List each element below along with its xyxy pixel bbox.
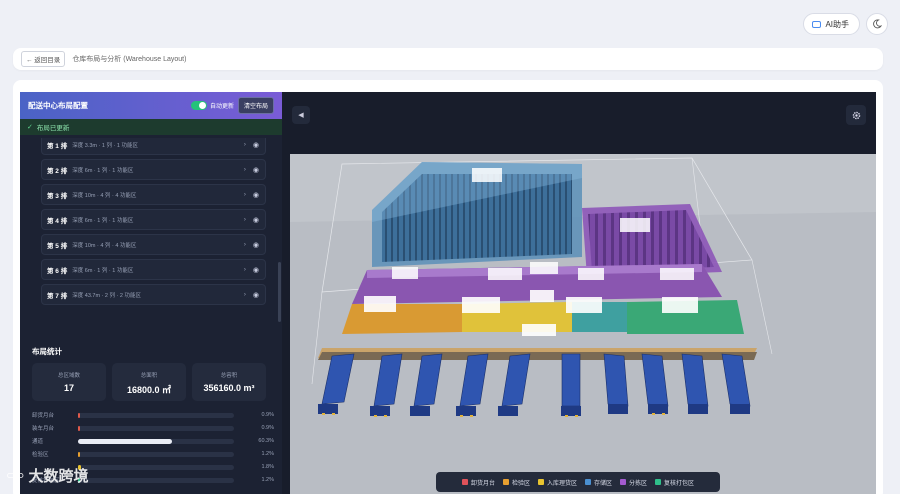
chevron-right-icon[interactable]: › [244, 192, 246, 198]
area-share-fill [78, 438, 173, 444]
area-share-track [78, 425, 234, 431]
area-share-percent: 0.9% [261, 425, 274, 431]
list-item[interactable]: 第 4 排深度 6m · 1 列 · 1 功能区 › ◉ [41, 209, 266, 230]
panel-title: 配送中心布局配置 [28, 101, 88, 110]
list-item[interactable]: 第 3 排深度 10m · 4 列 · 4 功能区 › ◉ [41, 184, 266, 205]
area-share-label: 装车月台 [32, 426, 55, 432]
list-item[interactable]: 第 1 排深度 3.3m · 1 列 · 1 功能区 › ◉ [41, 138, 266, 155]
logo-icon: ⊂⊃ [6, 470, 25, 482]
watermark: ⊂⊃ 大数跨境 [6, 468, 89, 485]
theme-toggle-button[interactable] [866, 13, 888, 35]
legend-item: 检验区 [502, 478, 530, 487]
eye-icon[interactable]: ◉ [253, 266, 259, 274]
gear-icon [852, 111, 860, 119]
eye-icon[interactable]: ◉ [253, 241, 259, 249]
chevron-right-icon[interactable]: › [244, 217, 246, 223]
breadcrumb: ← 返回目录 仓库布局与分析 (Warehouse Layout) [13, 48, 883, 70]
eye-icon[interactable]: ◉ [253, 291, 259, 299]
back-to-catalog-button[interactable]: ← 返回目录 [21, 51, 66, 67]
chevron-right-icon[interactable]: › [244, 292, 246, 298]
stat-card: 总面积 16800.0 ㎡ [112, 363, 186, 401]
warehouse-scene [290, 154, 876, 494]
area-share-percent: 1.8% [261, 464, 274, 470]
clear-layout-button[interactable]: 清空布局 [237, 97, 274, 114]
row-list: 第 1 排深度 3.3m · 1 列 · 1 功能区 › ◉ 第 2 排深度 6m … [28, 138, 278, 322]
area-share-percent: 1.2% [261, 451, 274, 457]
list-item[interactable]: 第 7 排深度 43.7m · 2 列 · 2 功能区 › ◉ [41, 284, 266, 305]
moon-icon [873, 19, 882, 29]
chevron-right-icon[interactable]: › [244, 142, 246, 148]
auto-update-label: 自动更新 [209, 104, 234, 110]
stats-title: 布局统计 [32, 347, 62, 356]
area-share-row: 装车月台 0.9% [32, 423, 280, 433]
list-item[interactable]: 第 2 排深度 6m · 1 列 · 1 功能区 › ◉ [41, 159, 266, 180]
ai-assistant-button[interactable]: AI助手 [803, 13, 860, 35]
list-item[interactable]: 第 6 排深度 6m · 1 列 · 1 功能区 › ◉ [41, 259, 266, 280]
legend-item: 分拣区 [620, 478, 647, 487]
status-banner: ✓ 布局已更新 [20, 119, 282, 135]
ai-assistant-label: AI助手 [825, 19, 849, 29]
eye-icon[interactable]: ◉ [253, 141, 259, 149]
stat-card: 总区域数 17 [32, 363, 106, 401]
collapse-panel-button[interactable]: ◀ [292, 106, 310, 124]
chevron-right-icon[interactable]: › [244, 167, 246, 173]
scrollbar[interactable] [278, 262, 281, 322]
legend-item: 卸货月台 [461, 478, 495, 487]
eye-icon[interactable]: ◉ [253, 216, 259, 224]
area-share-fill [78, 412, 80, 418]
page-title: 仓库布局与分析 (Warehouse Layout) [72, 56, 187, 63]
zone-legend: 卸货月台 检验区 入库理货区 存储区 分拣区 复核打包区 [436, 472, 720, 492]
legend-item: 复核打包区 [655, 478, 694, 487]
area-share-row: 卸货月台 0.9% [32, 410, 280, 420]
auto-update-toggle[interactable] [190, 101, 207, 110]
area-share-label: 卸货月台 [32, 413, 55, 419]
area-share-track [78, 451, 234, 457]
eye-icon[interactable]: ◉ [253, 166, 259, 174]
area-share-row: 检验区 1.2% [32, 449, 280, 459]
list-item[interactable]: 第 5 排深度 10m · 4 列 · 4 功能区 › ◉ [41, 234, 266, 255]
check-icon: ✓ [27, 124, 33, 131]
panel-header: 配送中心布局配置 自动更新 清空布局 [20, 92, 282, 119]
chevron-right-icon[interactable]: › [244, 267, 246, 273]
status-text: 布局已更新 [36, 125, 70, 132]
scene-settings-button[interactable] [846, 105, 866, 125]
area-share-percent: 60.3% [258, 438, 274, 444]
area-share-track [78, 477, 234, 483]
legend-item: 存储区 [585, 478, 612, 487]
area-share-row: 通道 60.3% [32, 436, 280, 446]
area-share-track [78, 412, 234, 418]
chat-icon [812, 20, 822, 28]
area-share-label: 通道 [32, 439, 44, 445]
legend-item: 入库理货区 [537, 478, 577, 487]
layout-config-panel: 配送中心布局配置 自动更新 清空布局 ✓ 布局已更新 第 1 排深度 3.3m … [20, 92, 282, 494]
area-share-track [78, 464, 234, 470]
warehouse-3d-view[interactable]: ◀ 卸货月台 检验区 入库理货区 存储区 分拣区 复核打包区 [282, 92, 876, 494]
area-share-track [78, 438, 234, 444]
chevron-right-icon[interactable]: › [244, 242, 246, 248]
area-share-fill [78, 451, 80, 457]
area-share-fill [78, 425, 80, 431]
eye-icon[interactable]: ◉ [253, 191, 259, 199]
area-share-percent: 1.2% [261, 477, 274, 483]
stat-card: 总容积 356160.0 m³ [192, 363, 266, 401]
area-share-label: 检验区 [32, 452, 49, 458]
area-share-percent: 0.9% [261, 412, 274, 418]
